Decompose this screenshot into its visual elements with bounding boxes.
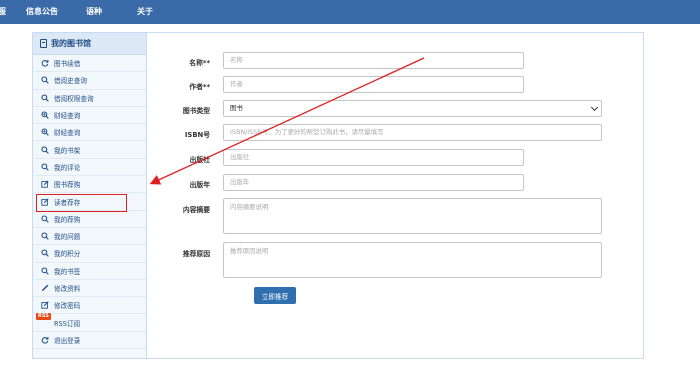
annotation-arrow xyxy=(149,57,425,185)
